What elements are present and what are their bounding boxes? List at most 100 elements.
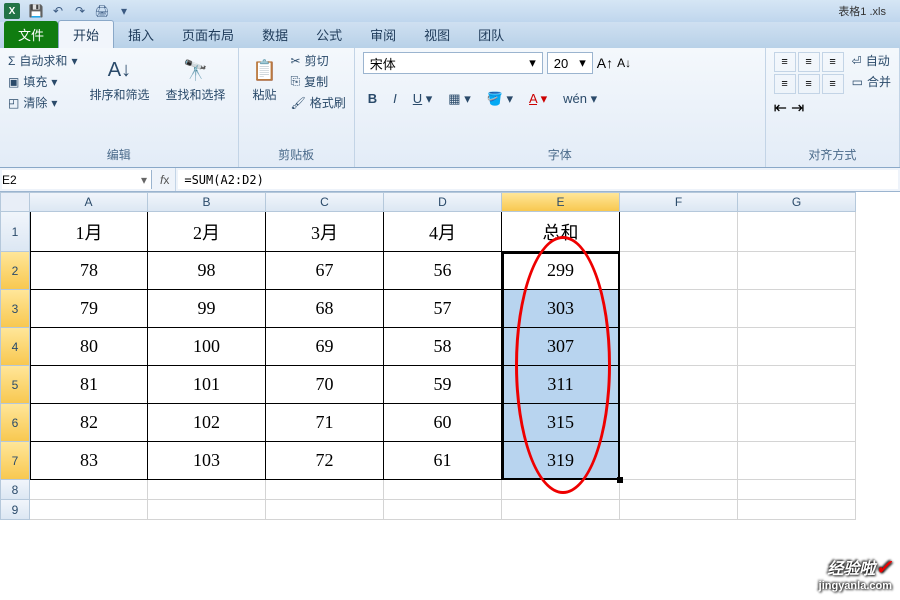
cell-B3[interactable]: 99 bbox=[148, 290, 266, 328]
underline-button[interactable]: U ▾ bbox=[408, 88, 438, 110]
cut-button[interactable]: ✂剪切 bbox=[291, 52, 346, 69]
autosum-button[interactable]: Σ自动求和 ▾ bbox=[8, 52, 77, 69]
col-header-A[interactable]: A bbox=[30, 192, 148, 212]
row-header-2[interactable]: 2 bbox=[0, 252, 30, 290]
spreadsheet-grid[interactable]: A B C D E F G 1 1月 2月 3月 4月 总和 278986756… bbox=[0, 192, 900, 520]
cell-C2[interactable]: 67 bbox=[266, 252, 384, 290]
row-header-8[interactable]: 8 bbox=[0, 480, 30, 500]
cell-A3[interactable]: 79 bbox=[30, 290, 148, 328]
cell-B6[interactable]: 102 bbox=[148, 404, 266, 442]
tab-insert[interactable]: 插入 bbox=[114, 21, 168, 48]
cell-E3[interactable]: 303 bbox=[502, 290, 620, 328]
bold-button[interactable]: B bbox=[363, 88, 382, 110]
cell-F1[interactable] bbox=[620, 212, 738, 252]
decrease-font-icon[interactable]: A↓ bbox=[617, 56, 631, 70]
cell-B2[interactable]: 98 bbox=[148, 252, 266, 290]
cell-B7[interactable]: 103 bbox=[148, 442, 266, 480]
row-header-1[interactable]: 1 bbox=[0, 212, 30, 252]
cell-B5[interactable]: 101 bbox=[148, 366, 266, 404]
cell-E2[interactable]: 299 bbox=[502, 252, 620, 290]
border-button[interactable]: ▦ ▾ bbox=[443, 88, 475, 110]
cell-A6[interactable]: 82 bbox=[30, 404, 148, 442]
cell-D5[interactable]: 59 bbox=[384, 366, 502, 404]
chevron-down-icon[interactable]: ▾ bbox=[137, 173, 151, 187]
col-header-E[interactable]: E bbox=[502, 192, 620, 212]
copy-button[interactable]: ⎘复制 bbox=[291, 73, 346, 90]
qat-dropdown-icon[interactable]: ▾ bbox=[116, 3, 132, 19]
cell-C4[interactable]: 69 bbox=[266, 328, 384, 366]
cell-D4[interactable]: 58 bbox=[384, 328, 502, 366]
fill-color-button[interactable]: 🪣 ▾ bbox=[482, 88, 518, 110]
cell-D2[interactable]: 56 bbox=[384, 252, 502, 290]
cell-C7[interactable]: 72 bbox=[266, 442, 384, 480]
phonetic-button[interactable]: wén ▾ bbox=[558, 88, 602, 110]
tab-home[interactable]: 开始 bbox=[58, 20, 114, 48]
cell-E6[interactable]: 315 bbox=[502, 404, 620, 442]
cell-C5[interactable]: 70 bbox=[266, 366, 384, 404]
redo-icon[interactable]: ↷ bbox=[72, 3, 88, 19]
col-header-C[interactable]: C bbox=[266, 192, 384, 212]
tab-review[interactable]: 审阅 bbox=[356, 21, 410, 48]
col-header-G[interactable]: G bbox=[738, 192, 856, 212]
tab-team[interactable]: 团队 bbox=[464, 21, 518, 48]
selection-handle[interactable] bbox=[617, 477, 623, 483]
row-header-5[interactable]: 5 bbox=[0, 366, 30, 404]
align-buttons[interactable]: ≡≡≡ ≡≡≡ bbox=[774, 52, 844, 94]
cell-A4[interactable]: 80 bbox=[30, 328, 148, 366]
italic-button[interactable]: I bbox=[388, 88, 402, 110]
name-box[interactable]: E2 ▾ bbox=[2, 170, 152, 189]
cell-C1[interactable]: 3月 bbox=[266, 212, 384, 252]
increase-indent-button[interactable]: ⇥ bbox=[791, 98, 804, 118]
cell-A5[interactable]: 81 bbox=[30, 366, 148, 404]
select-all-corner[interactable] bbox=[0, 192, 30, 212]
sigma-icon: Σ bbox=[8, 54, 15, 68]
row-header-9[interactable]: 9 bbox=[0, 500, 30, 520]
cell-E5[interactable]: 311 bbox=[502, 366, 620, 404]
cell-A7[interactable]: 83 bbox=[30, 442, 148, 480]
col-header-D[interactable]: D bbox=[384, 192, 502, 212]
format-painter-button[interactable]: 🖌格式刷 bbox=[291, 94, 346, 111]
cell-D7[interactable]: 61 bbox=[384, 442, 502, 480]
cell-B4[interactable]: 100 bbox=[148, 328, 266, 366]
col-header-B[interactable]: B bbox=[148, 192, 266, 212]
print-icon[interactable]: 🖨 bbox=[94, 3, 110, 19]
row-header-4[interactable]: 4 bbox=[0, 328, 30, 366]
tab-layout[interactable]: 页面布局 bbox=[168, 21, 248, 48]
font-color-button[interactable]: A ▾ bbox=[524, 88, 552, 110]
formula-input[interactable]: =SUM(A2:D2) bbox=[178, 170, 898, 189]
cell-E7[interactable]: 319 bbox=[502, 442, 620, 480]
cell-B1[interactable]: 2月 bbox=[148, 212, 266, 252]
find-select-button[interactable]: 🔭 查找和选择 bbox=[161, 52, 229, 107]
increase-font-icon[interactable]: A↑ bbox=[597, 55, 613, 71]
sort-filter-button[interactable]: A↓ 排序和筛选 bbox=[85, 52, 153, 107]
row-header-6[interactable]: 6 bbox=[0, 404, 30, 442]
tab-file[interactable]: 文件 bbox=[4, 21, 58, 48]
cell-A2[interactable]: 78 bbox=[30, 252, 148, 290]
clear-button[interactable]: ◰清除 ▾ bbox=[8, 94, 77, 111]
font-name-combo[interactable]: 宋体▾ bbox=[363, 52, 543, 74]
tab-data[interactable]: 数据 bbox=[248, 21, 302, 48]
wrap-text-button[interactable]: ⏎自动 bbox=[852, 52, 891, 69]
cell-D6[interactable]: 60 bbox=[384, 404, 502, 442]
row-header-7[interactable]: 7 bbox=[0, 442, 30, 480]
undo-icon[interactable]: ↶ bbox=[50, 3, 66, 19]
cell-D1[interactable]: 4月 bbox=[384, 212, 502, 252]
font-size-combo[interactable]: 20▾ bbox=[547, 52, 593, 74]
tab-view[interactable]: 视图 bbox=[410, 21, 464, 48]
col-header-F[interactable]: F bbox=[620, 192, 738, 212]
cell-C3[interactable]: 68 bbox=[266, 290, 384, 328]
tab-formulas[interactable]: 公式 bbox=[302, 21, 356, 48]
save-icon[interactable]: 💾 bbox=[28, 3, 44, 19]
fx-icon[interactable]: fx bbox=[154, 168, 176, 191]
cell-C6[interactable]: 71 bbox=[266, 404, 384, 442]
cell-E1[interactable]: 总和 bbox=[502, 212, 620, 252]
cell-E4[interactable]: 307 bbox=[502, 328, 620, 366]
cell-D3[interactable]: 57 bbox=[384, 290, 502, 328]
cell-G1[interactable] bbox=[738, 212, 856, 252]
cell-A1[interactable]: 1月 bbox=[30, 212, 148, 252]
fill-button[interactable]: ▣填充 ▾ bbox=[8, 73, 77, 90]
row-header-3[interactable]: 3 bbox=[0, 290, 30, 328]
merge-button[interactable]: ▭合并 bbox=[852, 73, 891, 90]
paste-button[interactable]: 📋 粘贴 bbox=[247, 52, 283, 107]
decrease-indent-button[interactable]: ⇤ bbox=[774, 98, 787, 118]
